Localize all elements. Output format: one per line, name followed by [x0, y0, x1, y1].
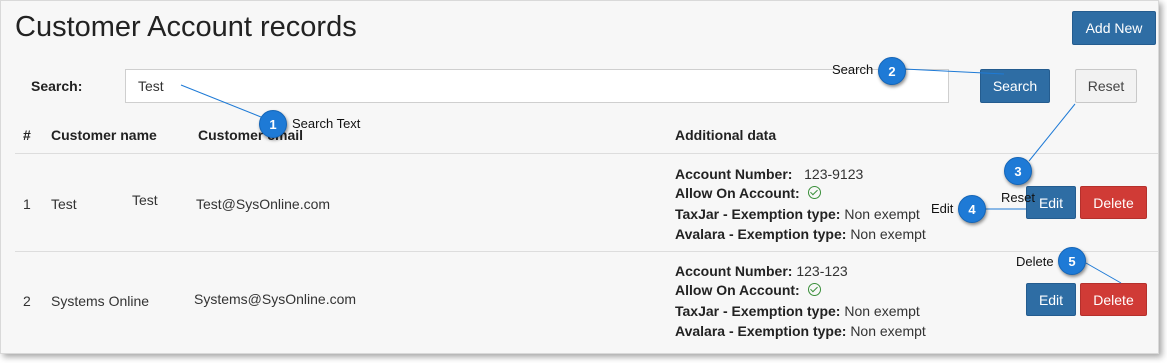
header-customer-name: Customer name — [51, 127, 157, 143]
account-number-value: 123-123 — [796, 263, 848, 279]
taxjar-value: Non exempt — [844, 303, 920, 319]
row-divider — [15, 251, 1158, 252]
allow-on-account-label: Allow On Account: — [675, 185, 800, 201]
page-title: Customer Account records — [15, 11, 357, 43]
search-button[interactable]: Search — [980, 69, 1050, 103]
callout-text-reset: Reset — [1001, 190, 1035, 205]
taxjar-line: TaxJar - Exemption type: Non exempt — [675, 303, 920, 319]
check-circle-icon — [807, 283, 821, 296]
account-number-line: Account Number: 123-9123 — [675, 166, 863, 182]
callout-text-search-text: Search Text — [292, 116, 361, 131]
account-number-value: 123-9123 — [804, 166, 864, 182]
callout-badge-5: 5 — [1058, 247, 1086, 275]
account-number-line: Account Number: 123-123 — [675, 263, 848, 279]
avalara-label: Avalara - Exemption type: — [675, 323, 847, 339]
customer-name-extra: Test — [132, 192, 158, 208]
allow-on-account-line: Allow On Account: — [675, 282, 821, 298]
customer-email: Systems@SysOnline.com — [194, 291, 357, 307]
callout-badge-4: 4 — [958, 195, 986, 223]
delete-button[interactable]: Delete — [1080, 283, 1147, 316]
taxjar-label: TaxJar - Exemption type: — [675, 303, 841, 319]
account-number-label: Account Number: — [675, 166, 793, 182]
customer-name: Systems Online — [51, 293, 150, 309]
allow-on-account-label: Allow On Account: — [675, 282, 800, 298]
customer-name: Test — [51, 196, 77, 212]
account-number-label: Account Number: — [675, 263, 793, 279]
header-index: # — [23, 127, 31, 143]
allow-on-account-line: Allow On Account: — [675, 185, 821, 201]
row-index: 2 — [23, 293, 31, 309]
avalara-line: Avalara - Exemption type: Non exempt — [675, 323, 926, 339]
edit-button[interactable]: Edit — [1026, 283, 1076, 316]
taxjar-line: TaxJar - Exemption type: Non exempt — [675, 206, 920, 222]
callout-badge-3: 3 — [1004, 157, 1032, 185]
taxjar-label: TaxJar - Exemption type: — [675, 206, 841, 222]
callout-badge-2: 2 — [878, 57, 906, 85]
header-additional-data: Additional data — [675, 127, 777, 143]
search-label: Search: — [31, 78, 83, 94]
callout-text-edit: Edit — [931, 201, 954, 216]
callout-leader-lines — [180, 68, 1122, 284]
callout-text-delete: Delete — [1016, 254, 1054, 269]
callout-text-search: Search — [832, 62, 874, 77]
delete-button[interactable]: Delete — [1080, 186, 1147, 219]
callout-badge-1: 1 — [259, 110, 287, 138]
taxjar-value: Non exempt — [844, 206, 920, 222]
add-new-button[interactable]: Add New — [1072, 11, 1156, 45]
row-index: 1 — [23, 196, 31, 212]
reset-button[interactable]: Reset — [1075, 69, 1137, 103]
header-customer-email: Customer email — [198, 127, 304, 143]
customer-email: Test@SysOnline.com — [196, 196, 331, 212]
avalara-label: Avalara - Exemption type: — [675, 226, 847, 242]
app-frame: Customer Account records Add New Search:… — [0, 0, 1159, 354]
search-input[interactable] — [125, 69, 949, 103]
header-divider — [15, 153, 1158, 154]
avalara-line: Avalara - Exemption type: Non exempt — [675, 226, 926, 242]
avalara-value: Non exempt — [850, 226, 926, 242]
avalara-value: Non exempt — [850, 323, 926, 339]
check-circle-icon — [807, 186, 821, 199]
